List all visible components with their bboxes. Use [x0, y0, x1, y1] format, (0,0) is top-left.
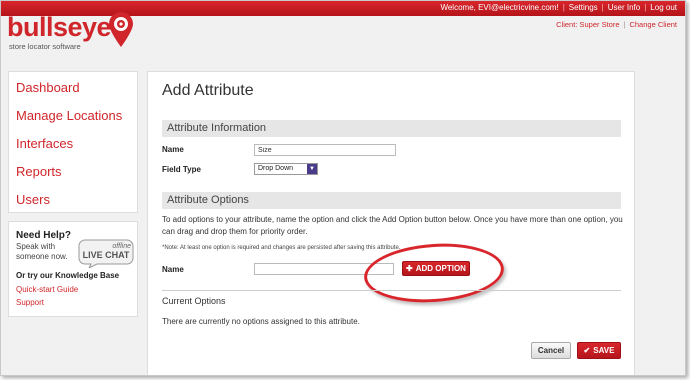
option-name-input[interactable] — [254, 263, 394, 275]
sidebar-item-users[interactable]: Users — [16, 192, 50, 207]
map-pin-icon — [109, 12, 133, 47]
change-client-link[interactable]: Change Client — [629, 20, 677, 29]
help-text-line2: someone now. — [16, 252, 68, 261]
separator: | — [644, 3, 647, 12]
knowledge-base-title: Or try our Knowledge Base — [16, 271, 120, 280]
welcome-text: Welcome, EVI@electricvine.com! — [440, 3, 559, 12]
separator: | — [562, 3, 565, 12]
save-label: SAVE — [593, 346, 615, 355]
account-links: Welcome, EVI@electricvine.com! | Settings |… — [440, 3, 677, 12]
help-title: Need Help? — [16, 230, 72, 241]
sidebar-item-manage-locations[interactable]: Manage Locations — [16, 108, 122, 123]
cancel-button[interactable]: Cancel — [531, 342, 571, 359]
sidebar-item-interfaces[interactable]: Interfaces — [16, 136, 73, 151]
field-type-label: Field Type — [162, 165, 201, 174]
main-panel: Add Attribute Attribute Information Name… — [147, 71, 635, 375]
options-note: *Note: At least one option is required a… — [162, 245, 401, 251]
field-type-select[interactable]: Drop Down ▼ — [254, 163, 318, 175]
option-name-label: Name — [162, 265, 184, 274]
client-info: Client: Super Store | Change Client — [556, 20, 677, 29]
save-button[interactable]: ✔ SAVE — [577, 342, 621, 359]
logo-tagline: store locator software — [9, 42, 81, 51]
name-label: Name — [162, 145, 184, 154]
help-text-line1: Speak with — [16, 242, 56, 251]
app-window: Welcome, EVI@electricvine.com! | Settings |… — [0, 0, 686, 376]
divider — [162, 290, 621, 291]
plus-icon: ✚ — [406, 264, 413, 273]
checkmark-icon: ✔ — [583, 346, 591, 355]
help-panel: Need Help? Speak with someone now. offli… — [8, 221, 138, 317]
separator: | — [623, 20, 626, 29]
support-link[interactable]: Support — [16, 298, 44, 307]
live-chat-button[interactable]: offline LIVE CHAT — [77, 236, 135, 268]
logo[interactable]: bullseye store locator software — [7, 12, 133, 51]
live-chat-status: offline — [112, 243, 131, 250]
section-title: Attribute Options — [167, 194, 249, 206]
add-option-label: ADD OPTION — [415, 264, 466, 273]
no-options-text: There are currently no options assigned … — [162, 317, 360, 326]
sidebar-nav: Dashboard Manage Locations Interfaces Re… — [8, 71, 138, 213]
sidebar-item-dashboard[interactable]: Dashboard — [16, 80, 80, 95]
add-option-button[interactable]: ✚ ADD OPTION — [402, 261, 470, 276]
dropdown-arrow-icon[interactable]: ▼ — [307, 164, 317, 174]
attribute-information-header: Attribute Information — [162, 120, 621, 137]
logo-wordmark: bullseye — [7, 12, 112, 42]
settings-link[interactable]: Settings — [569, 3, 598, 12]
sidebar-item-reports[interactable]: Reports — [16, 164, 62, 179]
quick-start-guide-link[interactable]: Quick-start Guide — [16, 285, 78, 294]
attribute-options-header: Attribute Options — [162, 192, 621, 209]
options-description: To add options to your attribute, name t… — [162, 215, 623, 236]
section-title: Attribute Information — [167, 122, 267, 134]
user-info-link[interactable]: User Info — [608, 3, 640, 12]
logout-link[interactable]: Log out — [650, 3, 677, 12]
separator: | — [601, 3, 604, 12]
client-label: Client: Super Store — [556, 20, 620, 29]
attribute-name-input[interactable] — [254, 144, 396, 156]
live-chat-label: LIVE CHAT — [83, 250, 130, 260]
current-options-title: Current Options — [162, 296, 226, 306]
page-title: Add Attribute — [162, 82, 254, 99]
field-type-value: Drop Down — [258, 165, 294, 172]
